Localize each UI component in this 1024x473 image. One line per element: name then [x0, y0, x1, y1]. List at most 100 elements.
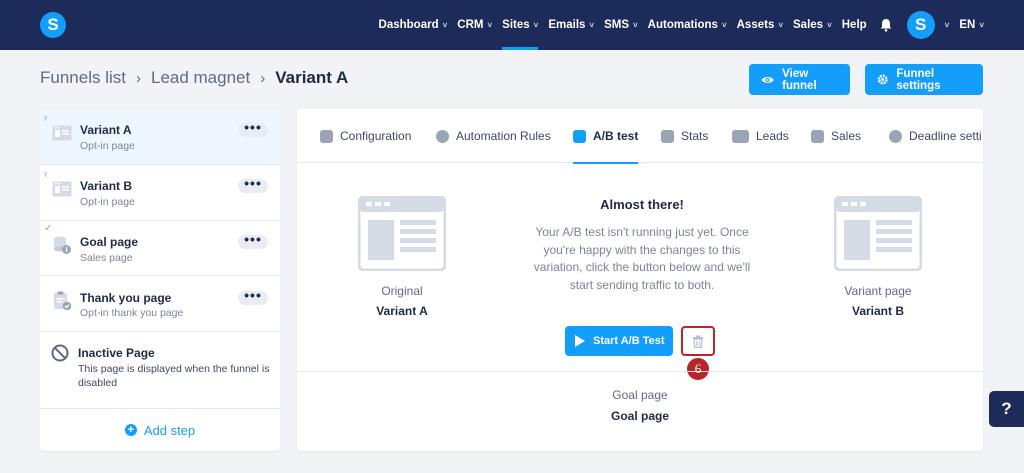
sliders-icon	[320, 129, 333, 143]
tab-deadline-settings[interactable]: Deadline setti	[889, 109, 982, 163]
goal-name: Goal page	[610, 409, 669, 423]
dollar-icon	[811, 129, 824, 143]
page-layout-icon	[358, 196, 446, 271]
variant-b-card: Variant page Variant B	[813, 284, 943, 318]
button-label: Funnel settings	[896, 67, 941, 92]
nav-item-dashboard[interactable]: Dashboard ˅	[379, 0, 448, 50]
chevron-down-icon: ˅	[533, 20, 539, 30]
tab-label: A/B test	[593, 129, 639, 143]
chevron-down-icon: ˅	[979, 20, 984, 30]
funnel-steps-panel: ᵧ Variant A Opt-in page ••• ᵧ Variant B …	[40, 109, 280, 451]
tab-label: Stats	[681, 129, 709, 143]
check-icon: ✓	[44, 223, 53, 234]
step-subtitle: Sales page	[80, 252, 133, 264]
chevron-down-icon: ˅	[487, 20, 493, 30]
step-title: Variant B	[80, 179, 133, 193]
message-text: Your A/B test isn't running just yet. On…	[533, 225, 751, 292]
nav-item-sites[interactable]: Sites ˅	[502, 0, 539, 50]
step-menu-button[interactable]: •••	[238, 176, 268, 193]
step-menu-button[interactable]: •••	[238, 232, 268, 249]
breadcrumb-funnels-list[interactable]: Funnels list	[40, 68, 126, 88]
nav-label: Help	[841, 19, 867, 31]
nav-item-sales[interactable]: Sales ˅	[793, 0, 832, 50]
tab-stats[interactable]: Stats	[661, 109, 708, 163]
nav-item-crm[interactable]: CRM ˅	[457, 0, 492, 50]
trash-icon	[693, 335, 703, 348]
tab-sales[interactable]: Sales	[811, 109, 861, 163]
chevron-down-icon: ˅	[827, 20, 832, 30]
page-icon	[52, 125, 72, 141]
tab-ab-test[interactable]: A/B test	[573, 109, 639, 164]
nav-label: Emails	[548, 19, 586, 31]
nav-item-automations[interactable]: Automations ˅	[648, 0, 727, 50]
nav-menu: Dashboard ˅ CRM ˅ Sites ˅ Emails ˅ SMS ˅ Auto…	[369, 0, 984, 50]
delete-variant-button[interactable]	[681, 326, 715, 356]
chevron-down-icon: ˅	[778, 20, 784, 30]
nav-label: Dashboard	[378, 19, 439, 31]
nav-item-sms[interactable]: SMS ˅	[604, 0, 638, 50]
step-subtitle: Opt-in thank you page	[80, 307, 184, 319]
step-title: Variant A	[80, 123, 132, 137]
step-subtitle: Opt-in page	[80, 140, 135, 152]
chevron-down-icon: ˅	[442, 20, 448, 30]
nav-label: CRM	[457, 19, 484, 31]
tab-label: Automation Rules	[456, 129, 551, 143]
message-heading: Almost there!	[600, 197, 684, 212]
tab-label: Leads	[756, 129, 789, 143]
step-goal-page[interactable]: ✓ Goal page Sales page •••	[40, 221, 280, 276]
tab-automation-rules[interactable]: Automation Rules	[436, 109, 551, 163]
clipboard-check-icon	[54, 291, 72, 311]
top-navigation: S Dashboard ˅ CRM ˅ Sites ˅ Emails ˅ SMS ˅ Au…	[0, 0, 1024, 50]
add-step-label: Add step	[143, 422, 196, 438]
step-variant-b[interactable]: ᵧ Variant B Opt-in page •••	[40, 165, 280, 221]
ab-test-panel: Configuration Automation Rules A/B test …	[297, 109, 983, 451]
nav-label: Sales	[793, 19, 824, 31]
nav-item-assets[interactable]: Assets ˅	[737, 0, 783, 50]
nav-label: Assets	[736, 19, 775, 31]
add-step-button[interactable]: + Add step	[40, 409, 280, 451]
nav-item-help[interactable]: Help	[842, 0, 867, 50]
page-title: Variant A	[275, 68, 349, 87]
step-menu-button[interactable]: •••	[238, 288, 268, 305]
bell-icon[interactable]	[879, 18, 893, 32]
step-title: Inactive Page	[78, 346, 155, 360]
account-menu[interactable]: ˅	[941, 0, 950, 50]
nav-item-emails[interactable]: Emails ˅	[548, 0, 594, 50]
app-logo[interactable]: S	[40, 12, 66, 38]
view-funnel-button[interactable]: View funnel	[749, 64, 850, 95]
tab-leads[interactable]: Leads	[732, 109, 789, 163]
chevron-down-icon: ˅	[944, 20, 950, 30]
tab-configuration[interactable]: Configuration	[320, 109, 411, 163]
users-icon	[732, 129, 749, 143]
step-number-badge: 6	[685, 356, 711, 382]
step-inactive-page[interactable]: Inactive Page This page is displayed whe…	[40, 332, 280, 409]
ban-icon	[51, 344, 69, 362]
goal-page-info: Goal page Goal page	[560, 388, 720, 423]
play-icon	[575, 335, 585, 347]
chevron-right-icon: ›	[260, 69, 266, 87]
split-icon	[573, 129, 586, 143]
original-name: Variant A	[376, 304, 428, 318]
chevron-right-icon: ›	[135, 69, 141, 87]
funnel-settings-button[interactable]: Funnel settings	[865, 64, 983, 95]
chevron-down-icon: ˅	[633, 20, 638, 30]
help-button[interactable]: ?	[989, 391, 1024, 427]
chevron-down-icon: ˅	[589, 20, 595, 30]
avatar[interactable]: S	[906, 11, 935, 39]
step-menu-button[interactable]: •••	[238, 120, 268, 137]
coins-icon	[54, 236, 71, 254]
step-thank-you-page[interactable]: Thank you page Opt-in thank you page •••	[40, 276, 280, 332]
start-ab-test-button[interactable]: Start A/B Test	[565, 326, 673, 356]
step-variant-a[interactable]: ᵧ Variant A Opt-in page •••	[40, 109, 280, 165]
tab-label: Sales	[831, 129, 862, 143]
language-selector[interactable]: EN ˅	[959, 0, 984, 50]
nav-label: SMS	[604, 19, 629, 31]
breadcrumb-lead-magnet[interactable]: Lead magnet	[151, 68, 250, 88]
step-title: Thank you page	[80, 291, 172, 305]
nav-label: Sites	[502, 19, 530, 31]
chart-icon	[661, 129, 674, 143]
step-subtitle: Opt-in page	[80, 196, 135, 208]
chevron-down-icon: ˅	[721, 20, 727, 30]
button-label: Start A/B Test	[593, 335, 665, 347]
ab-test-message: Almost there! Your A/B test isn't runnin…	[522, 197, 762, 294]
